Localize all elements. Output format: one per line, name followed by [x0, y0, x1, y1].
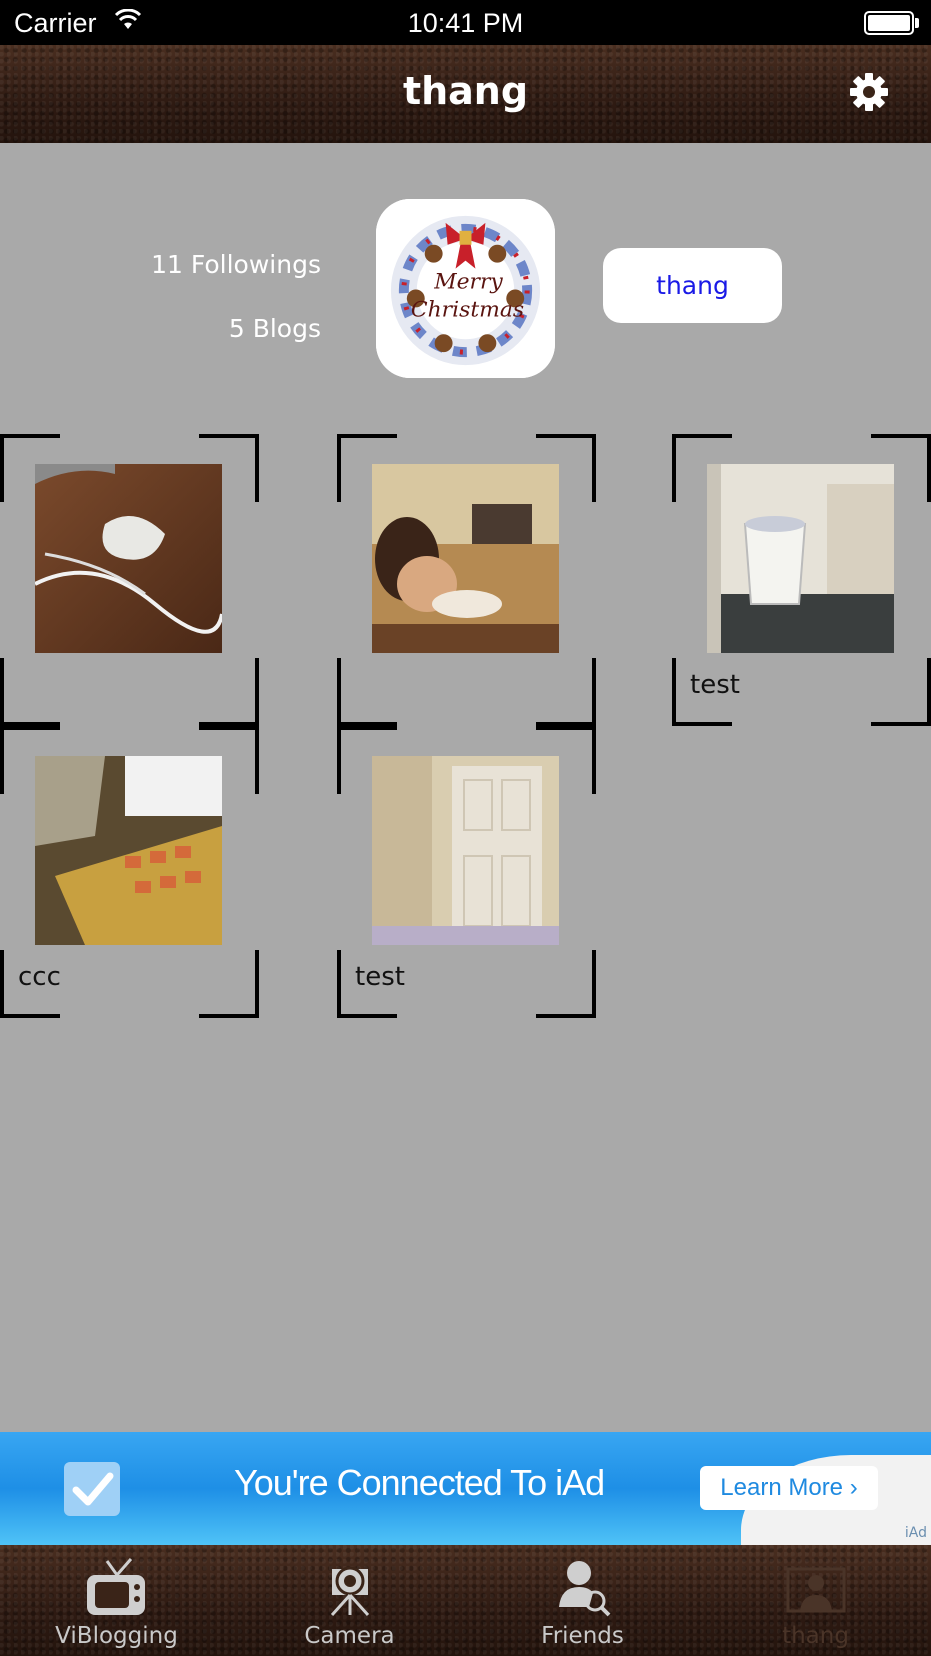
blog-tile[interactable]: ccc: [0, 726, 259, 1018]
battery-tip: [915, 18, 919, 28]
tab-camera[interactable]: Camera: [233, 1545, 466, 1656]
camera-icon: [330, 1566, 369, 1617]
followings-count[interactable]: 11 Followings: [151, 250, 321, 279]
username-button[interactable]: thang: [603, 248, 782, 323]
tab-label: Camera: [304, 1623, 395, 1649]
profile-icon: [786, 1567, 845, 1613]
blog-tile[interactable]: [0, 434, 259, 726]
svg-text:Christmas: Christmas: [411, 297, 524, 322]
blog-caption: ccc: [18, 962, 61, 992]
gear-icon[interactable]: [848, 71, 890, 113]
learn-more-label: Learn More: [720, 1474, 844, 1501]
chevron-right-icon: ›: [849, 1474, 858, 1501]
clock: 10:41 PM: [407, 8, 524, 38]
friends-search-icon: [558, 1561, 610, 1617]
ad-headline: You're Connected To iAd: [234, 1462, 605, 1503]
blog-thumbnail[interactable]: [35, 464, 222, 653]
checkbox-icon: [64, 1462, 120, 1516]
tab-viblogging[interactable]: ViBlogging: [0, 1545, 233, 1656]
tv-icon: [86, 1558, 145, 1615]
page-title: thang: [402, 69, 529, 113]
blog-caption: test: [355, 962, 405, 992]
christmas-wreath-image: Merry Christmas: [376, 199, 555, 378]
blog-tile[interactable]: test: [337, 726, 596, 1018]
tab-label: ViBlogging: [55, 1623, 178, 1649]
blogs-count[interactable]: 5 Blogs: [229, 314, 321, 343]
tab-profile[interactable]: thang: [699, 1545, 931, 1656]
nav-bar: thang: [0, 45, 931, 143]
blog-thumbnail[interactable]: [372, 464, 559, 653]
blog-tile[interactable]: test: [672, 434, 931, 726]
blog-thumbnail[interactable]: [707, 464, 894, 653]
blog-tile[interactable]: [337, 434, 596, 726]
avatar[interactable]: Merry Christmas: [376, 199, 555, 378]
svg-text:Merry: Merry: [433, 270, 503, 295]
iad-banner[interactable]: You're Connected To iAd Learn More › iAd: [0, 1432, 931, 1545]
iad-tag: iAd: [904, 1525, 927, 1541]
status-bar: Carrier 10:41 PM: [0, 0, 931, 45]
blog-thumbnail[interactable]: [35, 756, 222, 945]
blog-thumbnail[interactable]: [372, 756, 559, 945]
learn-more-button[interactable]: Learn More ›: [700, 1466, 878, 1510]
tab-friends[interactable]: Friends: [466, 1545, 699, 1656]
battery-icon: [864, 11, 914, 35]
blog-caption: test: [690, 670, 740, 700]
tab-label: Friends: [541, 1623, 624, 1649]
tab-bar: ViBlogging Camera Friends thang: [0, 1545, 931, 1656]
tab-label: thang: [782, 1623, 849, 1649]
